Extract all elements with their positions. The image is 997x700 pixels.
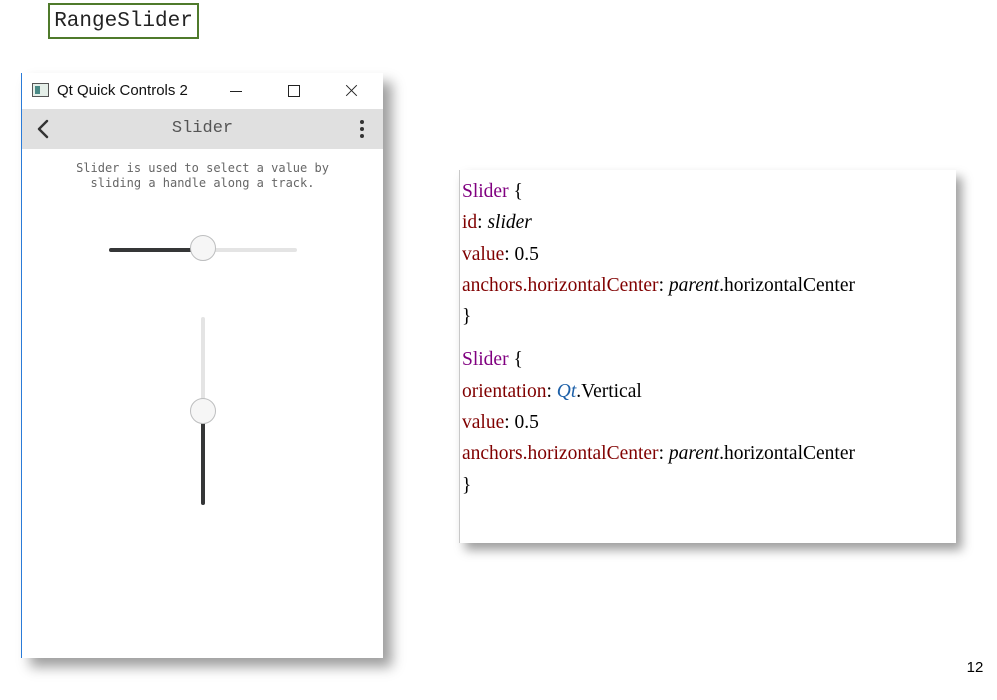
code-property: id — [462, 212, 478, 234]
code-panel: Slider { id: slider value: 0.5 anchors.h… — [459, 170, 956, 543]
code-line: } — [462, 470, 855, 501]
page-number: 12 — [966, 659, 984, 676]
horizontal-slider[interactable] — [109, 235, 297, 265]
code-brace: } — [462, 306, 472, 328]
code-value: 0.5 — [514, 412, 539, 434]
vertical-ellipsis-icon[interactable] — [356, 119, 368, 139]
code-member: .Vertical — [576, 380, 642, 402]
slider-description: Slider is used to select a value by slid… — [76, 161, 329, 190]
code-object: parent — [668, 443, 720, 465]
code-property: anchors.horizontalCenter — [462, 443, 659, 465]
code-member: .horizontalCenter — [719, 443, 855, 465]
code-line: } — [462, 301, 855, 332]
code-property: value — [462, 412, 505, 434]
code-line: Slider { — [462, 344, 855, 375]
code-line: orientation: Qt.Vertical — [462, 376, 855, 407]
app-icon — [32, 83, 49, 97]
code-line: Slider { — [462, 176, 855, 207]
code-type: Slider — [462, 349, 509, 371]
code-property: orientation — [462, 380, 547, 402]
code-object: parent — [668, 274, 720, 296]
code-colon: : — [658, 274, 669, 296]
code-line: value: 0.5 — [462, 239, 855, 270]
vertical-slider[interactable] — [188, 317, 218, 507]
window-title: Qt Quick Controls 2 — [57, 82, 188, 99]
code-brace: } — [462, 474, 472, 496]
code-colon: : — [477, 212, 488, 234]
code-type: Slider — [462, 181, 509, 202]
code-object: Qt — [556, 380, 577, 402]
code-block: Slider { id: slider value: 0.5 anchors.h… — [462, 176, 855, 501]
close-icon[interactable] — [338, 77, 366, 105]
code-line: anchors.horizontalCenter: parent.horizon… — [462, 270, 855, 301]
horizontal-slider-handle[interactable] — [190, 235, 216, 261]
vertical-slider-fill — [201, 411, 205, 505]
code-line: id: slider — [462, 207, 855, 238]
code-line: value: 0.5 — [462, 407, 855, 438]
code-brace: { — [508, 181, 523, 202]
horizontal-slider-fill — [109, 248, 203, 252]
code-brace: { — [508, 349, 523, 371]
code-property: value — [462, 243, 505, 265]
window-titlebar[interactable]: Qt Quick Controls 2 — [22, 73, 383, 109]
code-colon: : — [504, 243, 515, 265]
code-colon: : — [504, 412, 515, 434]
minimize-icon[interactable] — [222, 77, 250, 105]
vertical-slider-handle[interactable] — [190, 398, 216, 424]
maximize-icon[interactable] — [280, 77, 308, 105]
code-property: anchors.horizontalCenter — [462, 274, 659, 296]
app-window: Qt Quick Controls 2 Slider Slider is use… — [21, 73, 383, 658]
page-title: Slider — [171, 119, 234, 138]
app-toolbar: Slider — [22, 109, 383, 149]
code-member: .horizontalCenter — [719, 274, 855, 296]
code-colon: : — [546, 380, 557, 402]
code-line: anchors.horizontalCenter: parent.horizon… — [462, 438, 855, 469]
code-value: slider — [487, 212, 532, 234]
chevron-left-icon[interactable] — [36, 119, 52, 139]
slide-title: RangeSlider — [48, 3, 199, 39]
code-value: 0.5 — [514, 243, 539, 265]
code-colon: : — [658, 443, 669, 465]
